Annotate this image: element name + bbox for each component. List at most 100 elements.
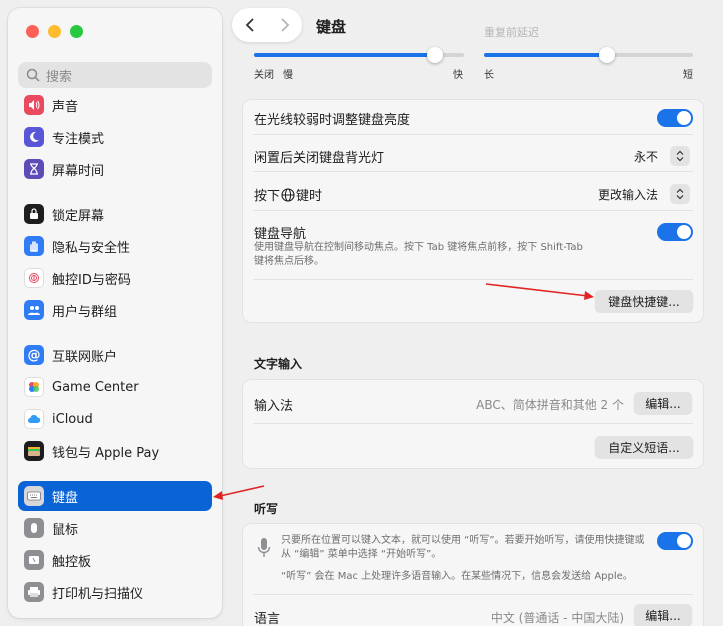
press-globe-suffix: 键时 [296, 189, 323, 204]
press-globe-stepper[interactable] [670, 184, 690, 204]
sidebar-item-focus[interactable]: 专注模式 [18, 122, 212, 152]
page-title: 键盘 [316, 18, 347, 36]
fingerprint-icon [24, 268, 44, 288]
adjust-brightness-label: 在光线较弱时调整键盘亮度 [254, 113, 411, 128]
divider [253, 171, 693, 172]
sidebar-item-game-center[interactable]: Game Center [18, 372, 212, 402]
repeat-mid-label: 慢 [283, 70, 293, 81]
chevron-updown-icon [676, 188, 684, 200]
input-sources-label: 输入法 [254, 399, 294, 414]
sidebar-item-label: 触控ID与密码 [52, 272, 131, 288]
chevron-right-icon [280, 18, 289, 32]
sidebar-item-label: 隐私与安全性 [52, 240, 131, 256]
press-globe-label: 按下 键时 [254, 185, 322, 204]
sidebar-item-wallet[interactable]: 钱包与 Apple Pay [18, 436, 212, 466]
sidebar-item-label: 键盘 [52, 490, 79, 506]
keyboard-icon [24, 486, 44, 506]
hand-icon [24, 236, 44, 256]
sidebar-item-printers[interactable]: 打印机与扫描仪 [18, 577, 212, 607]
slider-fill [254, 53, 435, 57]
forward-button[interactable] [267, 8, 302, 42]
sidebar-item-keyboard[interactable]: 键盘 [18, 481, 212, 511]
search-placeholder: 搜索 [46, 69, 73, 85]
globe-icon [281, 187, 295, 202]
press-globe-prefix: 按下 [254, 189, 281, 204]
delay-right-label: 短 [683, 70, 693, 81]
sidebar-item-label: 鼠标 [52, 522, 79, 538]
text-input-section-title: 文字输入 [254, 357, 303, 371]
search-input[interactable]: 搜索 [18, 62, 212, 88]
sidebar-item-label: 专注模式 [52, 131, 105, 147]
keyboard-nav-label: 键盘导航 [254, 227, 307, 242]
repeat-left-label: 关闭 [254, 70, 274, 81]
printer-icon [24, 582, 44, 602]
game-center-icon [24, 377, 44, 397]
sidebar-item-lock-screen[interactable]: 锁定屏幕 [18, 199, 212, 229]
speaker-icon [24, 95, 44, 115]
input-sources-edit-button[interactable]: 编辑... [634, 392, 692, 414]
settings-window: 搜索 声音 专注模式 屏幕时间 锁定屏幕 隐私与安全性 触控ID与密码 用户与群… [0, 0, 723, 626]
dictation-section-title: 听写 [254, 502, 279, 516]
sidebar-item-label: 用户与群组 [52, 304, 118, 320]
sidebar: 搜索 声音 专注模式 屏幕时间 锁定屏幕 隐私与安全性 触控ID与密码 用户与群… [8, 8, 222, 618]
sidebar-item-label: 互联网账户 [52, 349, 118, 365]
sidebar-item-label: 锁定屏幕 [52, 208, 105, 224]
sidebar-item-label: 触控板 [52, 554, 92, 570]
mouse-icon [24, 518, 44, 538]
divider [253, 423, 693, 424]
key-repeat-slider[interactable] [254, 47, 464, 63]
sidebar-item-internet-accounts[interactable]: @ 互联网账户 [18, 340, 212, 370]
adjust-brightness-toggle[interactable] [657, 109, 693, 127]
press-globe-value[interactable]: 更改输入法 [560, 186, 658, 203]
slider-knob[interactable] [599, 47, 615, 63]
divider [253, 210, 693, 211]
dictation-language-value: 中文 (普通话 - 中国大陆) [490, 611, 624, 625]
sidebar-item-label: 打印机与扫描仪 [52, 586, 144, 602]
dictation-toggle[interactable] [657, 532, 693, 550]
sidebar-item-trackpad[interactable]: 触控板 [18, 545, 212, 575]
zoom-window-button[interactable] [70, 25, 83, 38]
sidebar-item-sound[interactable]: 声音 [18, 90, 212, 120]
lock-icon [24, 204, 44, 224]
backlight-off-label: 闲置后关闭键盘背光灯 [254, 151, 385, 166]
sidebar-item-icloud[interactable]: iCloud [18, 404, 212, 434]
sidebar-item-users[interactable]: 用户与群组 [18, 295, 212, 325]
delay-until-repeat-slider[interactable] [484, 47, 693, 63]
input-sources-value: ABC、简体拼音和其他 2 个 [476, 398, 624, 412]
slider-knob[interactable] [427, 47, 443, 63]
keyboard-nav-desc-line1: 使用键盘导航在控制间移动焦点。按下 Tab 键将焦点前移，按下 Shift-Ta… [254, 242, 583, 253]
sidebar-item-mouse[interactable]: 鼠标 [18, 513, 212, 543]
minimize-window-button[interactable] [48, 25, 61, 38]
sidebar-item-touch-id[interactable]: 触控ID与密码 [18, 263, 212, 293]
dictation-language-label: 语言 [254, 612, 281, 626]
divider [253, 134, 693, 135]
text-replacements-button[interactable]: 自定义短语... [595, 436, 693, 458]
delay-left-label: 长 [484, 70, 494, 81]
chevron-updown-icon [676, 150, 684, 162]
dictation-desc-line2: 从 “编辑” 菜单中选择 “开始听写”。 [281, 549, 442, 560]
cloud-icon [24, 409, 44, 429]
sidebar-item-privacy[interactable]: 隐私与安全性 [18, 231, 212, 261]
chevron-left-icon [245, 18, 254, 32]
dictation-desc-line3: “听写” 会在 Mac 上处理许多语音输入。在某些情况下，信息会发送给 Appl… [281, 571, 633, 582]
microphone-icon [257, 538, 271, 557]
backlight-off-stepper[interactable] [670, 146, 690, 166]
dictation-desc-line1: 只要所在位置可以键入文本，就可以使用 “听写”。若要开始听写，请使用快捷键或 [281, 535, 645, 546]
at-icon: @ [24, 345, 44, 365]
hourglass-icon [24, 159, 44, 179]
delay-until-repeat-title: 重复前延迟 [484, 26, 539, 39]
keyboard-nav-toggle[interactable] [657, 223, 693, 241]
sidebar-item-screen-time[interactable]: 屏幕时间 [18, 154, 212, 184]
keyboard-shortcuts-button[interactable]: 键盘快捷键... [595, 290, 693, 312]
close-window-button[interactable] [26, 25, 39, 38]
backlight-off-value[interactable]: 永不 [600, 148, 658, 165]
dictation-language-edit-button[interactable]: 编辑... [634, 604, 692, 626]
navigation-buttons [232, 8, 302, 42]
sidebar-item-label: Game Center [52, 379, 139, 395]
moon-icon [24, 127, 44, 147]
trackpad-icon [24, 550, 44, 570]
repeat-right-label: 快 [453, 70, 463, 81]
slider-fill [484, 53, 607, 57]
back-button[interactable] [232, 8, 267, 42]
users-icon [24, 300, 44, 320]
